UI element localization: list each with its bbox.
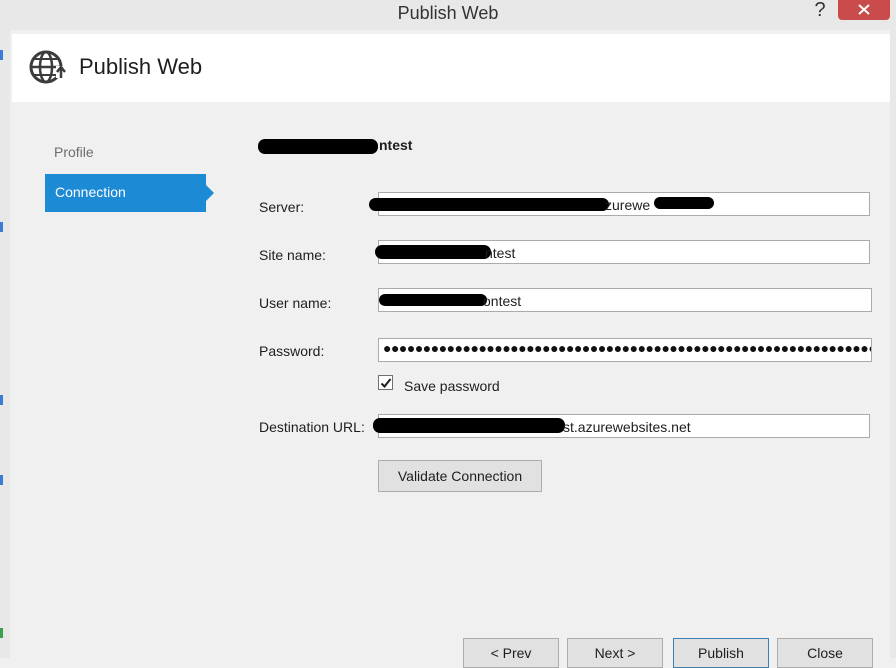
site-name-label: Site name: [259, 247, 326, 263]
nav-item-profile[interactable]: Profile [54, 144, 94, 160]
border-mark [0, 50, 3, 60]
title-bar: Publish Web ? [0, 0, 896, 30]
dialog-header: Publish Web [12, 34, 890, 102]
globe-upload-icon [29, 50, 67, 84]
close-icon [858, 4, 870, 15]
password-input[interactable]: ●●●●●●●●●●●●●●●●●●●●●●●●●●●●●●●●●●●●●●●●… [378, 338, 872, 362]
server-label: Server: [259, 199, 305, 215]
help-button[interactable]: ? [808, 0, 832, 24]
user-name-input[interactable]: ontest [378, 288, 872, 312]
destination-url-label: Destination URL: [259, 419, 365, 435]
save-password-checkbox[interactable] [378, 375, 393, 390]
window-left-border [0, 30, 10, 658]
profile-name: ntest [379, 137, 413, 153]
window-right-border [890, 30, 896, 658]
prev-button[interactable]: < Prev [463, 638, 559, 668]
server-value: zurewe [605, 197, 651, 213]
dialog-title: Publish Web [79, 54, 203, 79]
window-title: Publish Web [397, 3, 499, 23]
user-name-value: ontest [483, 293, 522, 309]
destination-url-input[interactable]: st.azurewebsites.net [373, 414, 870, 438]
redaction-mark [373, 418, 565, 433]
redaction-mark [379, 294, 487, 306]
close-button[interactable]: Close [777, 638, 873, 668]
nav-item-label: Connection [55, 184, 126, 200]
window-close-button[interactable] [838, 0, 890, 20]
redaction-mark [258, 139, 378, 154]
server-input[interactable]: zurewe [369, 192, 870, 216]
border-mark [0, 475, 3, 485]
border-mark [0, 222, 3, 232]
save-password-label: Save password [404, 378, 500, 394]
validate-connection-button[interactable]: Validate Connection [378, 460, 542, 492]
border-mark [0, 628, 3, 638]
destination-url-value: st.azurewebsites.net [563, 419, 691, 435]
redaction-mark [654, 197, 714, 209]
nav-item-connection[interactable]: Connection [45, 174, 214, 212]
publish-button[interactable]: Publish [673, 638, 769, 668]
password-value: ●●●●●●●●●●●●●●●●●●●●●●●●●●●●●●●●●●●●●●●●… [383, 340, 871, 356]
border-mark [0, 395, 3, 405]
user-name-label: User name: [259, 295, 332, 311]
redaction-mark [375, 245, 491, 259]
dialog-content: Profile Connection ntest Server: zurewe … [12, 102, 890, 668]
site-name-value: ntest [485, 245, 516, 261]
checkmark-icon [380, 378, 392, 388]
site-name-input[interactable]: ntest [375, 240, 870, 264]
next-button[interactable]: Next > [567, 638, 663, 668]
password-label: Password: [259, 343, 325, 359]
redaction-mark [369, 198, 609, 211]
